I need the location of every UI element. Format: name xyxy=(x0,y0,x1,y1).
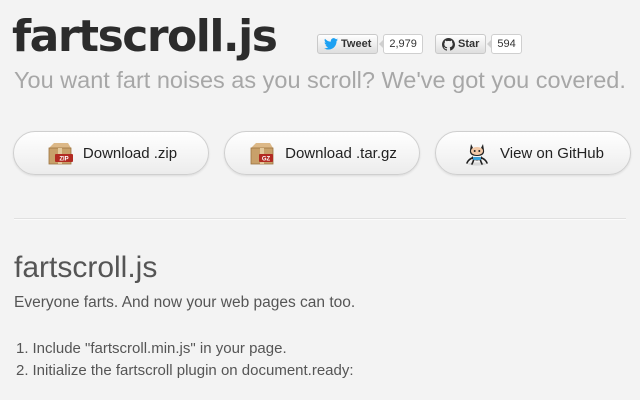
star-widget: Star 594 xyxy=(435,34,522,54)
tweet-label: Tweet xyxy=(341,38,372,50)
tweet-button[interactable]: Tweet xyxy=(317,34,379,54)
download-targz-button[interactable]: GZ Download .tar.gz xyxy=(224,131,420,175)
step-number: 2. xyxy=(16,362,29,379)
gz-archive-icon: GZ xyxy=(250,143,274,165)
zip-badge-text: ZIP xyxy=(59,157,68,163)
github-icon xyxy=(442,37,455,51)
intro-text: Everyone farts. And now your web pages c… xyxy=(14,294,356,311)
list-item: 1. Include "fartscroll.min.js" in your p… xyxy=(16,338,354,360)
download-zip-button[interactable]: ZIP Download .zip xyxy=(13,131,209,175)
step-text: Include "fartscroll.min.js" in your page… xyxy=(32,340,287,357)
twitter-bird-icon xyxy=(324,38,338,50)
view-on-github-button[interactable]: View on GitHub xyxy=(435,131,631,175)
octocat-icon xyxy=(466,144,488,166)
list-item: 2. Initialize the fartscroll plugin on d… xyxy=(16,360,354,382)
star-count[interactable]: 594 xyxy=(487,34,522,54)
install-steps: 1. Include "fartscroll.min.js" in your p… xyxy=(16,338,354,382)
zip-archive-icon: ZIP xyxy=(48,143,73,165)
download-zip-label: Download .zip xyxy=(82,144,178,162)
step-number: 1. xyxy=(16,340,29,357)
star-label: Star xyxy=(458,38,480,50)
download-targz-label: Download .tar.gz xyxy=(285,144,397,162)
tweet-count[interactable]: 2,979 xyxy=(379,34,423,54)
view-on-github-label: View on GitHub xyxy=(500,144,604,162)
tagline: You want fart noises as you scroll? We'v… xyxy=(14,67,626,93)
step-text: Initialize the fartscroll plugin on docu… xyxy=(32,362,354,379)
gz-badge-text: GZ xyxy=(262,157,271,163)
tweet-widget: Tweet 2,979 xyxy=(317,34,423,54)
star-button[interactable]: Star xyxy=(435,34,487,54)
section-title: fartscroll.js xyxy=(14,251,158,284)
section-divider xyxy=(14,218,626,220)
site-title: fartscroll.js xyxy=(12,11,278,62)
